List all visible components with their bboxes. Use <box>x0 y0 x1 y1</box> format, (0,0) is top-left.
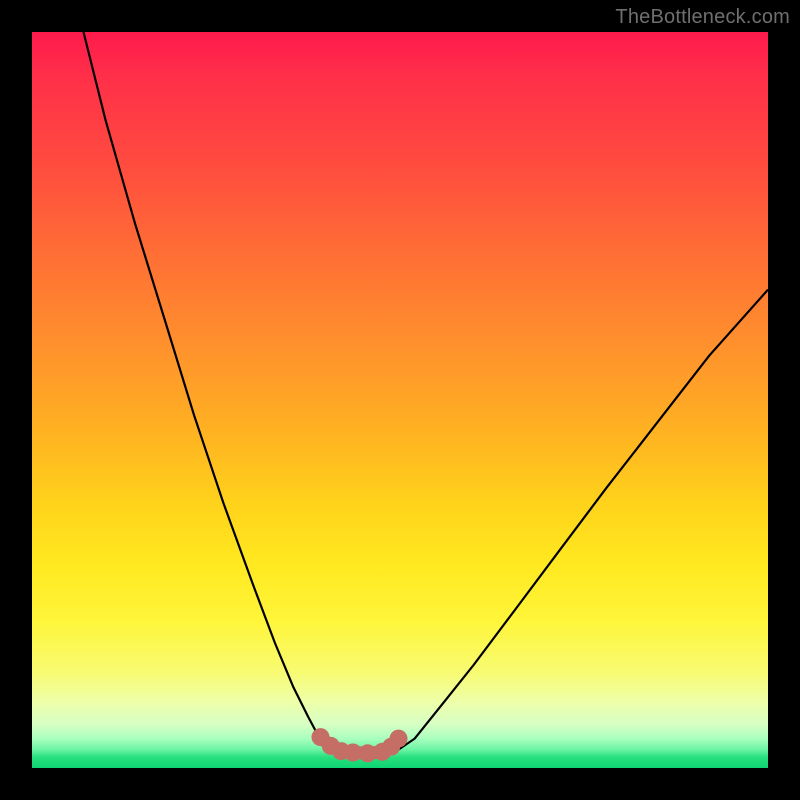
marker-dot <box>390 730 408 748</box>
plot-area <box>32 32 768 768</box>
chart-frame: TheBottleneck.com <box>0 0 800 800</box>
bottleneck-curve-path <box>84 32 769 753</box>
watermark-text: TheBottleneck.com <box>615 6 790 29</box>
bottleneck-curve <box>84 32 769 753</box>
highlighted-points <box>312 728 408 762</box>
curve-layer <box>32 32 768 768</box>
